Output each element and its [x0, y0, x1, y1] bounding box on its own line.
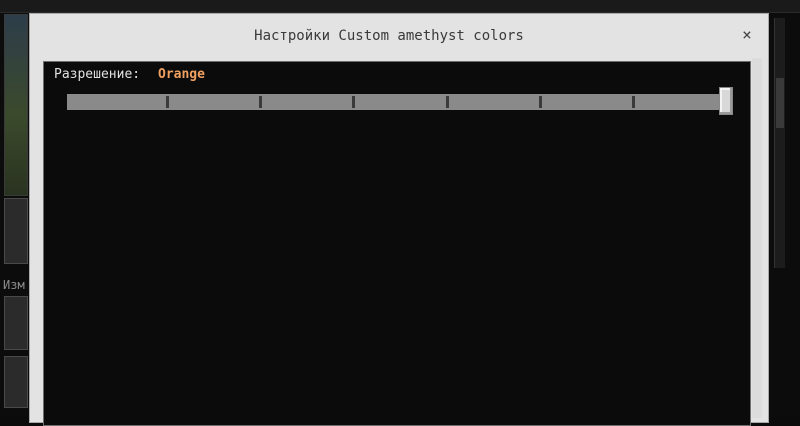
- dialog-title: Настройки Custom amethyst colors: [254, 28, 524, 44]
- background-toolbar: [0, 0, 800, 13]
- slider-tick: [259, 96, 262, 108]
- background-button: [4, 198, 28, 264]
- setting-label: Разрешение:: [54, 67, 141, 82]
- slider-tick: [166, 96, 169, 108]
- slider-tick: [632, 96, 635, 108]
- settings-dialog: Настройки Custom amethyst colors × Разре…: [29, 13, 769, 426]
- resolution-slider[interactable]: [67, 87, 733, 115]
- background-button: [4, 356, 28, 408]
- slider-tick: [539, 96, 542, 108]
- background-scrollbar: [774, 18, 785, 268]
- setting-value: Orange: [158, 67, 205, 82]
- slider-handle[interactable]: [719, 87, 733, 115]
- dialog-scrollbar[interactable]: [752, 58, 762, 418]
- background-side-label: Изм: [3, 278, 25, 292]
- background-image-preview: [4, 14, 28, 196]
- background-button: [4, 296, 28, 350]
- slider-tick: [352, 96, 355, 108]
- settings-panel: Разрешение: Orange: [43, 61, 751, 426]
- close-icon[interactable]: ×: [739, 26, 755, 44]
- slider-tick: [446, 96, 449, 108]
